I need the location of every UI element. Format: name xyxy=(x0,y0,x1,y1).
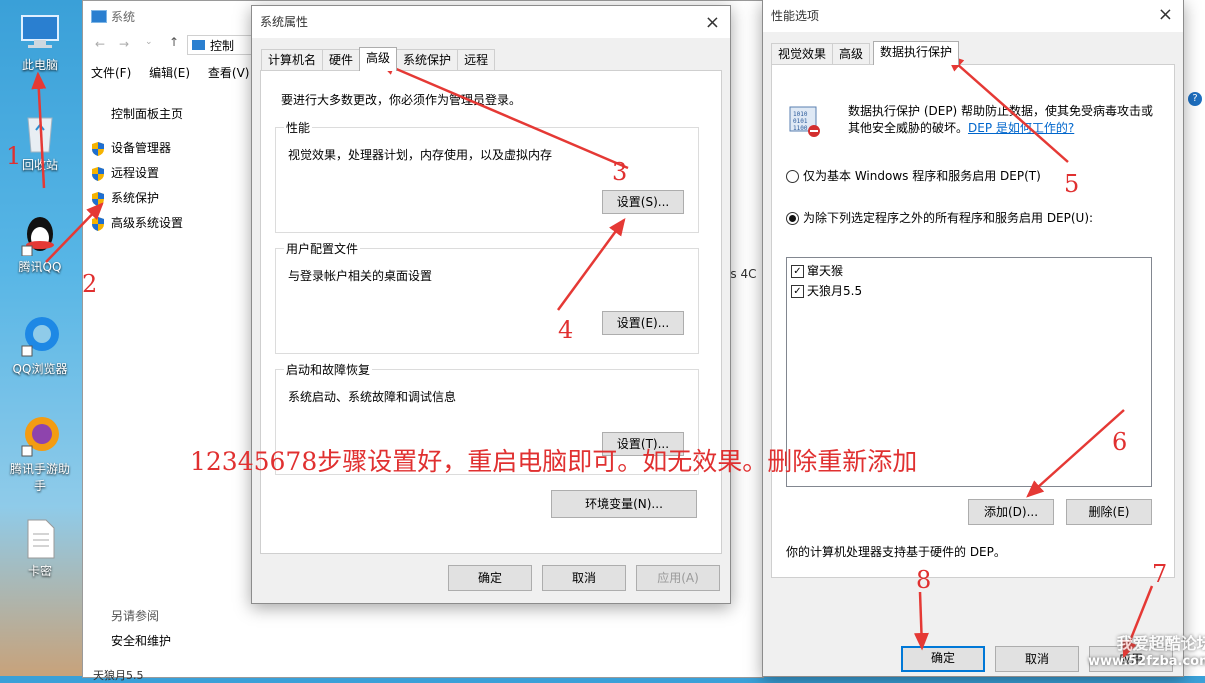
step-number-1: 1 xyxy=(6,142,22,170)
tab-data-execution-prevention[interactable]: 数据执行保护 xyxy=(873,41,960,65)
step-number-2: 2 xyxy=(82,270,98,298)
forum-watermark: 我爱超酷论坛 www.52fzba.com xyxy=(1088,630,1205,669)
arrow-3 xyxy=(377,60,629,170)
arrow-1 xyxy=(31,71,47,189)
arrow-2 xyxy=(45,202,104,263)
arrow-8 xyxy=(913,591,929,651)
annotation-arrows xyxy=(31,54,1154,659)
step-number-3: 3 xyxy=(612,158,628,186)
watermark-line-1: 我爱超酷论坛 xyxy=(1116,634,1205,653)
watermark-line-2: www.52fzba.com xyxy=(1088,654,1205,669)
step-number-4: 4 xyxy=(558,316,574,344)
step-number-5: 5 xyxy=(1064,170,1080,198)
tab-advanced[interactable]: 高级 xyxy=(359,47,398,71)
arrow-6 xyxy=(1026,409,1125,498)
step-number-7: 7 xyxy=(1152,560,1168,588)
step-number-6: 6 xyxy=(1112,428,1128,456)
instruction-annotation: 12345678步骤设置好，重启电脑即可。如无效果。删除重新添加 xyxy=(190,447,918,476)
step-number-8: 8 xyxy=(916,566,932,594)
arrow-4 xyxy=(556,217,626,311)
arrow-5 xyxy=(946,54,1069,163)
